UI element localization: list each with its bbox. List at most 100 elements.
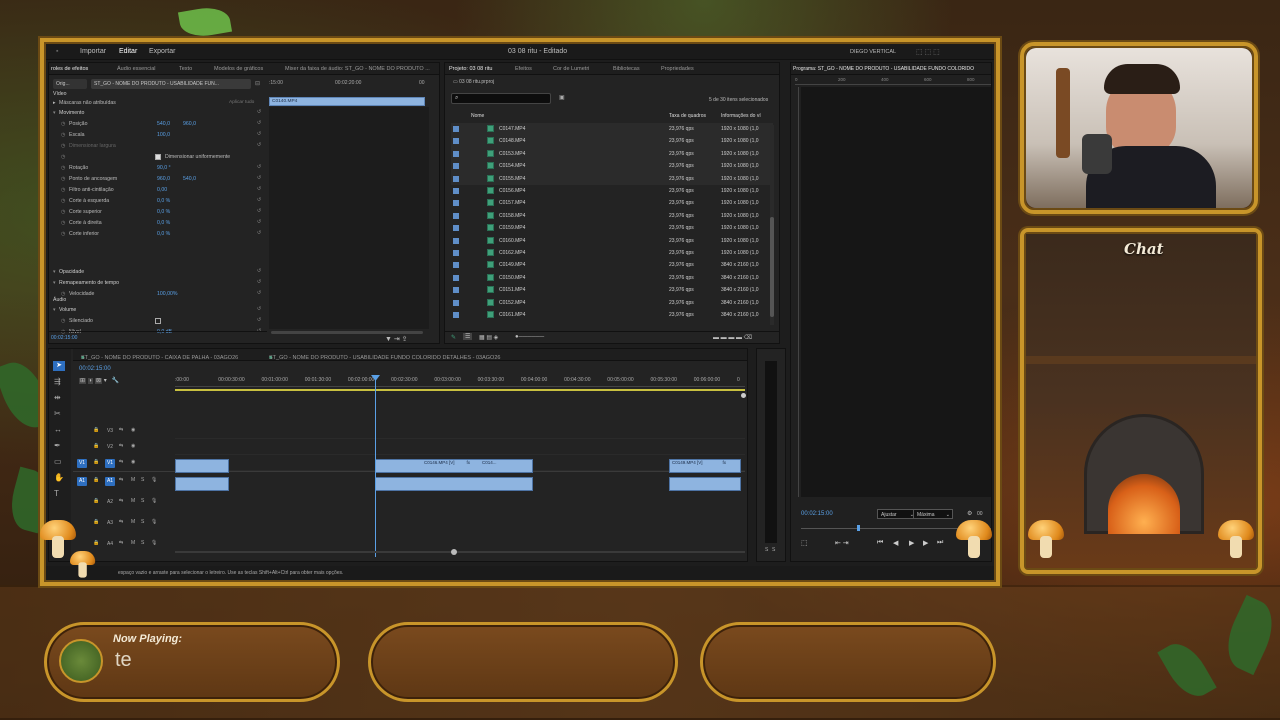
reset-icon[interactable]: ↺: [257, 279, 261, 285]
sync-icon[interactable]: ⇆: [119, 498, 123, 504]
ec-row-6[interactable]: ◷ Ponto de ancoragem 960,0 540,0 ↺: [49, 174, 267, 184]
tab-effects[interactable]: Efeitos: [515, 66, 532, 72]
property-value[interactable]: 540,0: [157, 121, 170, 127]
razor-icon[interactable]: ✂: [54, 409, 61, 418]
workspace-icons[interactable]: ⬚ ⬚ ⬚: [916, 48, 940, 56]
reset-icon[interactable]: ↺: [257, 186, 261, 192]
ec-clip-bar[interactable]: C0140.MP4: [269, 97, 425, 106]
eye-icon[interactable]: ◉: [131, 459, 135, 465]
wrench-icon[interactable]: ⚙: [967, 510, 972, 517]
timeline-audio-clip[interactable]: [669, 477, 741, 491]
stopwatch-icon[interactable]: ◷: [61, 165, 66, 171]
timeline-clip[interactable]: C0146.MP4 [V] fx C014...: [375, 459, 533, 473]
reset-icon[interactable]: ↺: [257, 120, 261, 126]
stopwatch-icon[interactable]: ◷: [61, 143, 66, 149]
ec-row-13[interactable]: ▾ Remapeamento de tempo ↺: [49, 278, 267, 288]
tab-essential-sound[interactable]: Áudio essencial: [117, 66, 156, 72]
project-row[interactable]: C0157.MP4 23,976 qps 1920 x 1080 (1,0: [451, 197, 773, 209]
project-footer-icons[interactable]: ▬ ▬ ▬ ▬ ⌫: [713, 334, 752, 341]
audio-track-header[interactable]: A1 🔒 A1 ⇆ M S 🎙: [73, 473, 179, 489]
mic-icon[interactable]: 🎙: [151, 519, 157, 525]
stopwatch-icon[interactable]: ◷: [61, 121, 66, 127]
menu-edit[interactable]: Editar: [119, 48, 137, 55]
stopwatch-icon[interactable]: ◷: [61, 231, 66, 237]
track-lane[interactable]: [175, 438, 745, 439]
project-row[interactable]: C0148.MP4 23,976 qps 1920 x 1080 (1,0: [451, 135, 773, 148]
slip-icon[interactable]: ↔: [54, 425, 62, 434]
timeline-clip[interactable]: C0149.MP4 [V] fx: [669, 459, 741, 473]
ec-audio-row-0[interactable]: ▾ Volume ↺: [49, 305, 267, 315]
mute-icon[interactable]: M: [131, 519, 135, 525]
ec-row-11[interactable]: ◷ Corte inferior 0,0 % ↺: [49, 229, 267, 239]
solo-right[interactable]: S: [772, 547, 775, 553]
reset-icon[interactable]: ↺: [257, 230, 261, 236]
track-name[interactable]: V3: [105, 427, 115, 436]
tab-project[interactable]: Projeto: 03 08 ritu: [449, 66, 492, 72]
eye-icon[interactable]: ◉: [131, 443, 135, 449]
project-row[interactable]: C0147.MP4 23,976 qps 1920 x 1080 (1,0: [451, 123, 773, 136]
track-name[interactable]: A2: [105, 498, 115, 507]
tab-audio-track-mixer[interactable]: Mixer da faixa de áudio: ST_GO - NOME DO…: [285, 66, 430, 72]
project-row[interactable]: C0151.MP4 23,976 qps 3840 x 2160 (1,0: [451, 284, 773, 296]
solo-left[interactable]: S: [765, 547, 768, 553]
property-value[interactable]: 960,0: [183, 121, 196, 127]
project-row[interactable]: C0156.MP4 23,976 qps 1920 x 1080 (1,0: [451, 185, 773, 197]
pen-icon[interactable]: ✒: [54, 441, 61, 450]
ec-row-1[interactable]: ◷ Posição 540,0 960,0 ↺: [49, 119, 267, 129]
mic-icon[interactable]: 🎙: [151, 477, 157, 483]
stopwatch-icon[interactable]: ◷: [61, 154, 66, 160]
project-row[interactable]: C0162.MP4 23,976 qps 1920 x 1080 (1,0: [451, 247, 773, 259]
sync-icon[interactable]: ⇆: [119, 477, 123, 483]
lock-icon[interactable]: 🔒: [93, 519, 99, 525]
reset-icon[interactable]: ↺: [257, 142, 261, 148]
mic-icon[interactable]: 🎙: [151, 498, 157, 504]
expand-icon[interactable]: ▾: [53, 280, 56, 286]
project-row[interactable]: C0150.MP4 23,976 qps 3840 x 2160 (1,0: [451, 272, 773, 284]
panel-toggle-icon[interactable]: ⊟: [255, 80, 260, 87]
quality-dropdown[interactable]: Máxima ⌄: [913, 509, 953, 519]
reset-icon[interactable]: ↺: [257, 197, 261, 203]
timeline-ruler[interactable]: :00:00 00:00:30:00 00:01:00:00 00:01:30:00 0…: [175, 375, 745, 387]
project-scroll-thumb[interactable]: [770, 217, 774, 317]
menu-import[interactable]: Importar: [80, 48, 106, 55]
pencil-icon[interactable]: ✎: [451, 334, 456, 341]
ec-row-7[interactable]: ◷ Filtro anti-cintilação 0,00 ↺: [49, 185, 267, 195]
project-row[interactable]: C0152.MP4 23,976 qps 3840 x 2160 (1,0: [451, 297, 773, 309]
sync-icon[interactable]: ⇆: [119, 459, 123, 465]
sync-icon[interactable]: ⇆: [119, 443, 123, 449]
reset-icon[interactable]: ↺: [257, 268, 261, 274]
stopwatch-icon[interactable]: ◷: [61, 318, 66, 324]
solo-icon[interactable]: S: [141, 540, 144, 546]
track-name[interactable]: A3: [105, 519, 115, 528]
marker-icon[interactable]: ⬚: [801, 539, 808, 547]
apply-all-button[interactable]: Aplicar tudo: [229, 100, 254, 105]
property-value[interactable]: 540,0: [183, 176, 196, 182]
timeline-tool-icons[interactable]: ⊞ ◗ ⊠ ▾ 🔧: [79, 377, 119, 384]
scroll-handle[interactable]: [451, 549, 457, 555]
view-icons[interactable]: ▦ ▤ ◈: [479, 334, 498, 341]
reset-icon[interactable]: ↺: [257, 317, 261, 323]
expand-icon[interactable]: ▾: [53, 269, 56, 275]
track-name[interactable]: A1: [105, 477, 115, 486]
frame-forward-icon[interactable]: ▶: [923, 539, 928, 547]
new-bin-icon[interactable]: ▣: [559, 94, 565, 101]
timeline-timecode[interactable]: 00:02:15:00: [79, 366, 111, 372]
project-row[interactable]: C0154.MP4 23,976 qps 1920 x 1080 (1,0: [451, 160, 773, 173]
mark-in-out-icon[interactable]: ⇤ ⇥: [835, 539, 849, 547]
timeline-playhead[interactable]: [375, 375, 376, 557]
solo-icon[interactable]: S: [141, 477, 144, 483]
reset-icon[interactable]: ↺: [257, 208, 261, 214]
home-icon[interactable]: ▪: [56, 48, 58, 55]
reset-icon[interactable]: ↺: [257, 175, 261, 181]
step-forward-icon[interactable]: ⏭: [937, 539, 943, 547]
stopwatch-icon[interactable]: ◷: [61, 209, 66, 215]
ec-row-3[interactable]: ◷ Dimensionar largura ↺: [49, 141, 267, 151]
lock-icon[interactable]: 🔒: [93, 477, 99, 483]
project-row[interactable]: C0158.MP4 23,976 qps 1920 x 1080 (1,0: [451, 210, 773, 222]
work-area-bar[interactable]: [175, 389, 745, 391]
expand-icon[interactable]: ▾: [53, 110, 56, 116]
project-row[interactable]: C0149.MP4 23,976 qps 3840 x 2160 (1,0: [451, 259, 773, 271]
video-track-header[interactable]: 🔒 V2 ⇆ ◉: [73, 439, 179, 455]
menu-export[interactable]: Exportar: [149, 48, 175, 55]
expand-icon[interactable]: ▸: [53, 100, 56, 106]
